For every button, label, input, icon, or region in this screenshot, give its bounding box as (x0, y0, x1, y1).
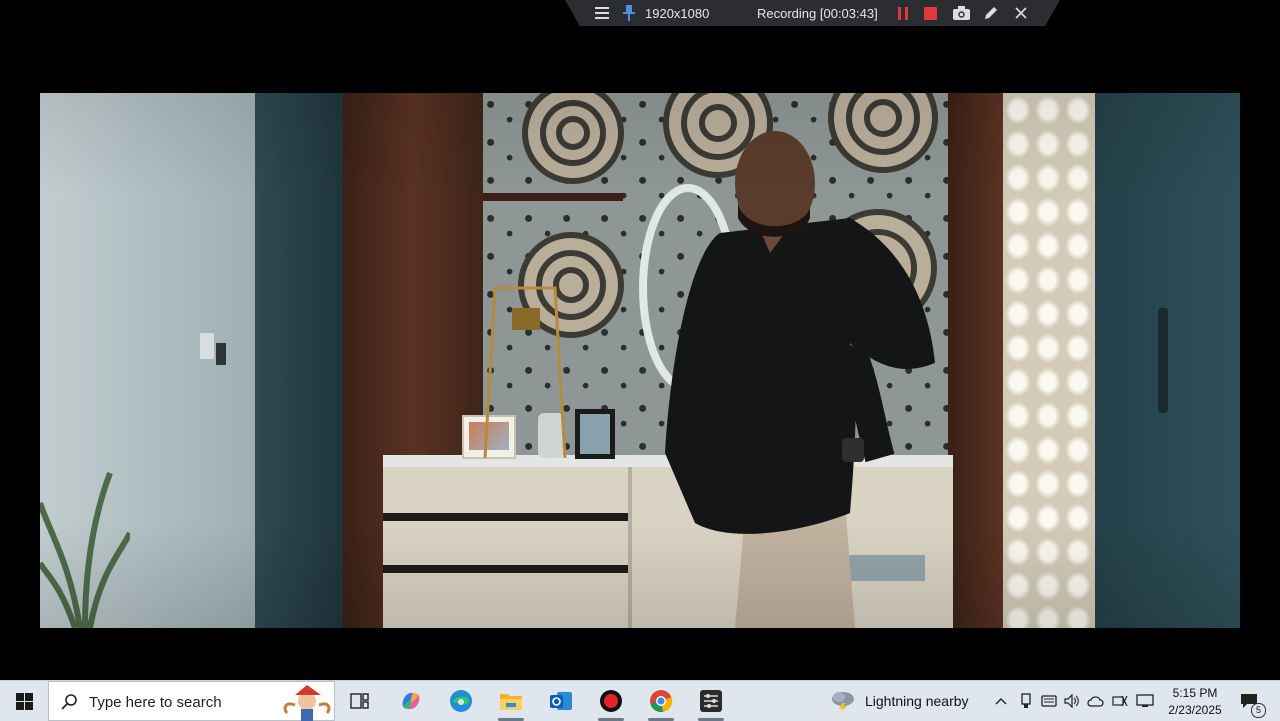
display-button[interactable] (1134, 681, 1156, 721)
network-button[interactable] (1109, 681, 1131, 721)
chevron-up-icon (995, 698, 1007, 705)
task-view-button[interactable] (340, 681, 380, 721)
pen-icon[interactable] (983, 0, 998, 26)
clock[interactable]: 5:15 PM 2/23/2025 (1160, 681, 1230, 721)
storm-cloud-icon (832, 692, 854, 713)
video-frame (40, 93, 1240, 628)
resolution-label: 1920x1080 (645, 5, 710, 21)
search-highlight-icon (283, 685, 331, 721)
chrome-icon (650, 690, 673, 713)
settings-app-button[interactable] (690, 681, 732, 721)
network-disconnected-icon (1112, 695, 1128, 707)
search-box[interactable]: Type here to search (48, 681, 335, 721)
pause-icon[interactable] (897, 0, 909, 26)
show-hidden-icons-button[interactable] (990, 681, 1012, 721)
outlook-button[interactable] (540, 681, 582, 721)
copilot-icon (402, 692, 420, 710)
task-view-icon (350, 693, 369, 709)
start-button[interactable] (0, 681, 48, 721)
notifications-button[interactable]: 5 (1234, 681, 1266, 721)
menu-icon[interactable] (595, 0, 609, 26)
stop-icon[interactable] (924, 0, 937, 26)
recording-status: Recording [00:03:43] (757, 5, 878, 21)
monitor-icon (1136, 694, 1154, 707)
chrome-button[interactable] (640, 681, 682, 721)
search-placeholder: Type here to search (89, 694, 222, 711)
copilot-button[interactable] (390, 681, 432, 721)
usb-device-icon (1021, 693, 1031, 708)
camera-icon[interactable] (953, 0, 970, 26)
taskbar: Type here to search Lightning nearby 5:1… (0, 680, 1280, 721)
weather-text: Lightning nearby (865, 693, 969, 709)
file-explorer-button[interactable] (490, 681, 532, 721)
sliders-icon (700, 690, 722, 712)
folder-icon (500, 694, 522, 710)
tray-usb-button[interactable] (1015, 681, 1037, 721)
notification-count-badge: 5 (1251, 703, 1266, 718)
windows-icon (15, 692, 33, 710)
tray-keyboard-button[interactable] (1038, 681, 1060, 721)
close-icon[interactable] (1015, 0, 1027, 26)
edge-icon (450, 690, 472, 712)
volume-button[interactable] (1061, 681, 1083, 721)
speaker-icon (1064, 694, 1079, 708)
recorder-app-button[interactable] (590, 681, 632, 721)
recording-toolbar: 1920x1080 Recording [00:03:43] (565, 0, 1060, 26)
record-icon (600, 690, 622, 712)
edge-button[interactable] (440, 681, 482, 721)
weather-widget[interactable]: Lightning nearby (830, 681, 980, 721)
clock-date: 2/23/2025 (1168, 702, 1222, 717)
vignette (40, 93, 1240, 628)
pin-icon[interactable] (623, 0, 635, 26)
onedrive-button[interactable] (1085, 681, 1107, 721)
cloud-sync-icon (1087, 696, 1104, 707)
outlook-icon (550, 692, 572, 710)
keyboard-icon (1041, 695, 1057, 707)
clock-time: 5:15 PM (1172, 685, 1218, 700)
search-icon (61, 694, 77, 710)
